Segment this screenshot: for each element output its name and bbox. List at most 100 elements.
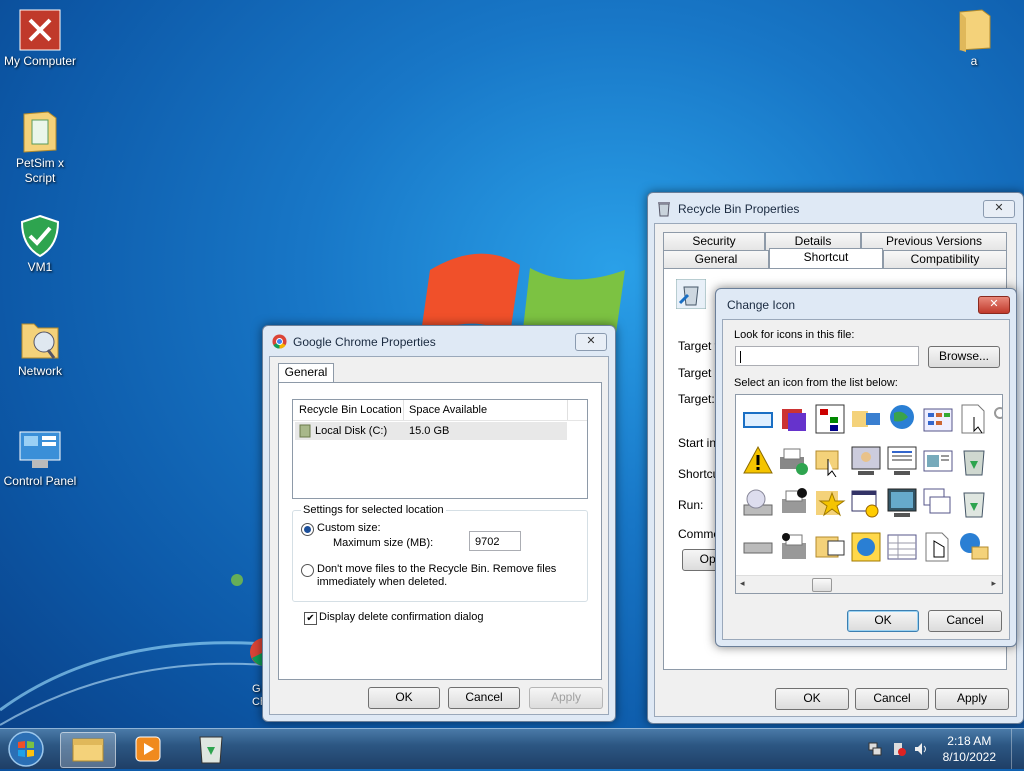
title-bar[interactable]: Recycle Bin Properties ✕: [648, 193, 1023, 223]
monitor-user-icon[interactable]: [850, 445, 882, 477]
row-location: Local Disk (C:): [315, 425, 388, 437]
favorites-star-icon[interactable]: [814, 487, 846, 519]
cancel-button[interactable]: Cancel: [448, 687, 520, 709]
tab-general[interactable]: General: [278, 363, 334, 383]
printer-check-icon[interactable]: [778, 445, 810, 477]
list-header: Recycle Bin Location Space Available: [293, 400, 587, 421]
title-bar[interactable]: Change Icon ✕: [716, 289, 1016, 319]
control-panel-icon: [18, 428, 62, 472]
group-label: Settings for selected location: [301, 504, 446, 516]
show-desktop-button[interactable]: [1011, 729, 1024, 769]
taskbar-explorer[interactable]: [60, 732, 116, 768]
cd-drive-icon[interactable]: [742, 487, 774, 519]
scroll-left-icon[interactable]: ◂: [740, 578, 745, 589]
folder-icon: [952, 8, 996, 52]
display-confirm-checkbox[interactable]: ✔: [304, 612, 317, 625]
document-cursor-icon[interactable]: [958, 403, 990, 435]
dont-move-label-line2: immediately when deleted.: [317, 576, 448, 588]
label-start-in: Start in:: [678, 436, 720, 450]
dont-move-label-line1: Don't move files to the Recycle Bin. Rem…: [317, 563, 557, 575]
warning-icon[interactable]: [742, 445, 774, 477]
desktop-icon-vm1[interactable]: VM1: [0, 214, 80, 275]
table-row[interactable]: Local Disk (C:) 15.0 GB: [295, 422, 567, 440]
shield-check-icon: [18, 214, 62, 258]
column-header-location[interactable]: Recycle Bin Location: [299, 404, 402, 416]
taskbar: 2:18 AM 8/10/2022: [0, 728, 1024, 769]
desktop-icon-petsim[interactable]: PetSim x Script: [0, 110, 80, 186]
removable-drive-icon[interactable]: [742, 531, 774, 563]
desktop-icon-a[interactable]: a: [934, 8, 1014, 69]
settings-window-icon[interactable]: [850, 487, 882, 519]
custom-size-radio[interactable]: [301, 523, 314, 536]
label-target: Target:: [678, 392, 715, 406]
system-clock[interactable]: 2:18 AM 8/10/2022: [943, 733, 996, 765]
chrome-icon: [272, 334, 287, 352]
cancel-button[interactable]: Cancel: [928, 610, 1002, 632]
network-tree-icon[interactable]: [814, 403, 846, 435]
start-button[interactable]: [6, 730, 46, 768]
hand-cursor-icon[interactable]: [922, 531, 954, 563]
desktop-icon-control-panel[interactable]: Control Panel: [0, 428, 80, 489]
desktop-icon-label: PetSim x Script: [15, 156, 64, 185]
taskbar-recycle-bin[interactable]: [184, 732, 238, 766]
ok-button[interactable]: OK: [368, 687, 440, 709]
close-button[interactable]: ✕: [983, 200, 1015, 218]
desktop-icon-my-computer[interactable]: My Computer: [0, 8, 80, 69]
table-window-icon[interactable]: [886, 531, 918, 563]
volume-tray-icon[interactable]: [914, 742, 930, 759]
folder-list-icon[interactable]: [814, 531, 846, 563]
programs-icon[interactable]: [778, 403, 810, 435]
ok-button[interactable]: OK: [847, 610, 919, 632]
clock-time: 2:18 AM: [947, 734, 992, 748]
shortcut-recycle-icon: [675, 278, 707, 312]
location-list: Recycle Bin Location Space Available Loc…: [292, 399, 588, 499]
tab-compatibility[interactable]: Compatibility: [883, 250, 1007, 268]
desktop-globe-icon[interactable]: [850, 531, 882, 563]
title-bar[interactable]: Google Chrome Properties ✕: [263, 326, 615, 356]
icon-file-input[interactable]: [735, 346, 919, 366]
default-printer-icon[interactable]: [778, 487, 810, 519]
folder-pointer-icon[interactable]: [814, 445, 846, 478]
action-center-tray-icon[interactable]: [892, 742, 906, 759]
drive-icon[interactable]: [742, 403, 774, 435]
close-button[interactable]: ✕: [575, 333, 607, 351]
max-size-input[interactable]: 9702: [469, 531, 521, 551]
cascade-windows-icon[interactable]: [922, 487, 954, 519]
dont-move-radio[interactable]: [301, 564, 314, 577]
icon-list[interactable]: ◂ ▸: [735, 394, 1003, 594]
recycle-bin-icon: [656, 201, 672, 220]
column-divider: [567, 400, 568, 420]
network-folder-icon[interactable]: [850, 403, 882, 435]
select-icon-label: Select an icon from the list below:: [734, 377, 898, 389]
chrome-properties-window: Google Chrome Properties ✕ General Recyc…: [262, 325, 616, 722]
apply-button[interactable]: Apply: [935, 688, 1009, 710]
display-confirm-label: Display delete confirmation dialog: [319, 611, 484, 623]
globe-computer-icon[interactable]: [886, 403, 918, 435]
desktop-icon-network[interactable]: Network: [0, 318, 80, 379]
keys-icon[interactable]: [994, 403, 1002, 435]
network-globe-icon[interactable]: [958, 531, 990, 563]
ok-button[interactable]: OK: [775, 688, 849, 710]
tab-general[interactable]: General: [663, 250, 769, 268]
max-size-label: Maximum size (MB):: [333, 537, 434, 549]
tab-shortcut[interactable]: Shortcut: [769, 248, 883, 268]
close-button[interactable]: ✕: [978, 296, 1010, 314]
scroll-right-icon[interactable]: ▸: [991, 578, 996, 589]
apply-button[interactable]: Apply: [529, 687, 603, 709]
label-run: Run:: [678, 498, 704, 512]
recycle-bin-icon[interactable]: [958, 487, 990, 519]
browse-button[interactable]: Browse...: [928, 346, 1000, 368]
recycle-bin-full-icon[interactable]: [958, 445, 990, 477]
monitor-document-icon[interactable]: [886, 445, 918, 477]
fax-printer-icon[interactable]: [778, 531, 810, 563]
horizontal-scrollbar[interactable]: ◂ ▸: [736, 575, 1002, 593]
monitor-icon[interactable]: [886, 487, 918, 519]
cancel-button[interactable]: Cancel: [855, 688, 929, 710]
window-image-icon[interactable]: [922, 445, 954, 477]
tab-security[interactable]: Security: [663, 232, 765, 250]
scroll-thumb[interactable]: [812, 578, 832, 592]
network-tray-icon[interactable]: [868, 742, 882, 759]
grid-window-icon[interactable]: [922, 403, 954, 435]
column-header-space[interactable]: Space Available: [409, 404, 487, 416]
taskbar-media-player[interactable]: [122, 732, 176, 766]
